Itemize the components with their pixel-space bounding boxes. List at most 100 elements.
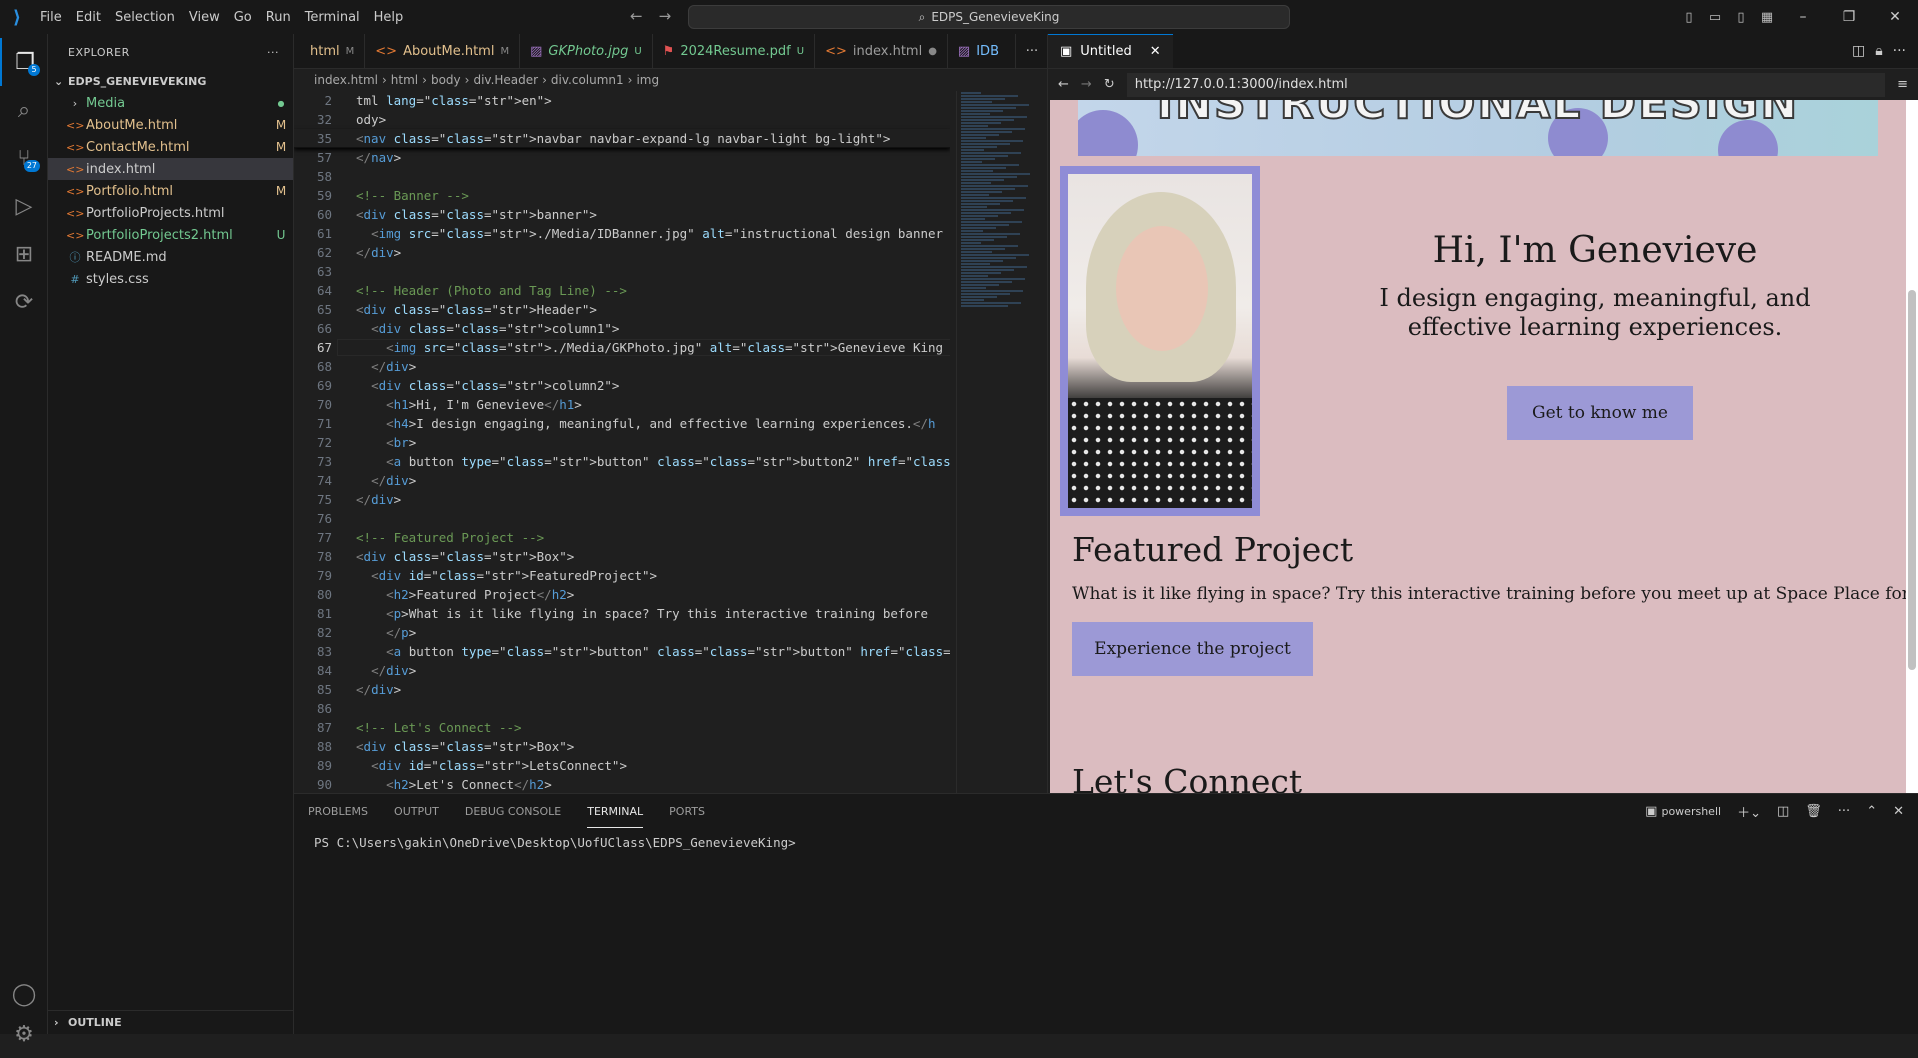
get-to-know-me-button[interactable]: Get to know me bbox=[1507, 386, 1693, 440]
explorer-icon[interactable]: ❐ 5 bbox=[0, 38, 48, 86]
search-view-icon[interactable]: ⌕ bbox=[0, 86, 48, 134]
editor-tab[interactable]: ▨ IDB bbox=[948, 34, 1016, 68]
panel-tab-problems[interactable]: PROBLEMS bbox=[308, 805, 368, 818]
breadcrumb-item[interactable]: html bbox=[391, 73, 418, 87]
customize-layout-icon[interactable]: ▦ bbox=[1754, 10, 1780, 25]
workspace-folder[interactable]: ⌄ EDPS_GENEVIEVEKING bbox=[48, 70, 293, 92]
experience-project-button[interactable]: Experience the project bbox=[1072, 622, 1313, 676]
close-panel-icon[interactable]: ✕ bbox=[1893, 804, 1904, 819]
code-line[interactable]: 78 <div class="class="str">Box"> bbox=[294, 547, 950, 566]
code-line[interactable]: 66 <div class="class="str">column1"> bbox=[294, 319, 950, 338]
code-line[interactable]: 80 <h2>Featured Project</h2> bbox=[294, 585, 950, 604]
settings-gear-icon[interactable]: ⚙ bbox=[0, 1010, 48, 1058]
code-line[interactable]: 67 <img src="class="str">./Media/GKPhoto… bbox=[294, 338, 950, 357]
code-line[interactable]: 88 <div class="class="str">Box"> bbox=[294, 737, 950, 756]
toggle-panel-icon[interactable]: ▭ bbox=[1702, 10, 1728, 25]
code-line[interactable]: 89 <div id="class="str">LetsConnect"> bbox=[294, 756, 950, 775]
code-line[interactable]: 61 <img src="class="str">./Media/IDBanne… bbox=[294, 224, 950, 243]
reload-icon[interactable]: ↻ bbox=[1104, 77, 1115, 92]
menu-go[interactable]: Go bbox=[228, 10, 258, 25]
editor-tab[interactable]: <> index.html ● bbox=[815, 34, 948, 68]
preview-tab[interactable]: ▣ Untitled ✕ bbox=[1048, 34, 1173, 68]
code-line[interactable]: 70 <h1>Hi, I'm Genevieve</h1> bbox=[294, 395, 950, 414]
code-line[interactable]: 90 <h2>Let's Connect</h2> bbox=[294, 775, 950, 793]
code-line[interactable]: 85 </div> bbox=[294, 680, 950, 699]
more-actions-icon[interactable]: ··· bbox=[1017, 34, 1047, 68]
code-line[interactable]: 35 <nav class="class="str">navbar navbar-… bbox=[294, 129, 950, 148]
code-line[interactable]: 71 <h4>I design engaging, meaningful, an… bbox=[294, 414, 950, 433]
forward-arrow-icon[interactable]: → bbox=[659, 7, 672, 25]
close-tab-icon[interactable]: ✕ bbox=[1150, 44, 1161, 59]
menu-run[interactable]: Run bbox=[260, 10, 297, 25]
code-line[interactable]: 65 <div class="class="str">Header"> bbox=[294, 300, 950, 319]
breadcrumb-item[interactable]: div.column1 bbox=[551, 73, 624, 87]
lock-group-icon[interactable]: 🔒︎ bbox=[1875, 43, 1882, 59]
command-center[interactable]: ⌕ EDPS_GenevieveKing bbox=[688, 5, 1290, 29]
file-item[interactable]: <> index.html bbox=[48, 158, 293, 180]
back-arrow-icon[interactable]: ← bbox=[630, 7, 643, 25]
code-line[interactable]: 77 <!-- Featured Project --> bbox=[294, 528, 950, 547]
code-line[interactable]: 81 <p>What is it like flying in space? T… bbox=[294, 604, 950, 623]
folder-item[interactable]: › Media ● bbox=[48, 92, 293, 114]
file-item[interactable]: <> Portfolio.html M bbox=[48, 180, 293, 202]
menu-edit[interactable]: Edit bbox=[70, 10, 107, 25]
more-actions-icon[interactable]: ··· bbox=[1893, 43, 1906, 59]
code-line[interactable]: 64 <!-- Header (Photo and Tag Line) --> bbox=[294, 281, 950, 300]
code-line[interactable]: 69 <div class="class="str">column2"> bbox=[294, 376, 950, 395]
split-terminal-icon[interactable]: ◫ bbox=[1777, 804, 1789, 819]
source-control-icon[interactable]: ⑂ 27 bbox=[0, 134, 48, 182]
menu-view[interactable]: View bbox=[183, 10, 226, 25]
code-line[interactable]: 74 </div> bbox=[294, 471, 950, 490]
remote-explorer-icon[interactable]: ⟳ bbox=[0, 278, 48, 326]
page-scrollbar[interactable] bbox=[1906, 100, 1918, 793]
trash-icon[interactable]: 🗑︎ bbox=[1805, 804, 1822, 819]
editor-tab[interactable]: ▨ GKPhoto.jpg U bbox=[520, 34, 653, 68]
code-line[interactable]: 60 <div class="class="str">banner"> bbox=[294, 205, 950, 224]
close-window-icon[interactable]: ✕ bbox=[1872, 9, 1918, 25]
file-item[interactable]: <> PortfolioProjects2.html U bbox=[48, 224, 293, 246]
panel-tab-debug-console[interactable]: DEBUG CONSOLE bbox=[465, 805, 561, 818]
menu-terminal[interactable]: Terminal bbox=[299, 10, 366, 25]
code-line[interactable]: 75 </div> bbox=[294, 490, 950, 509]
minimap[interactable] bbox=[956, 91, 1036, 793]
shell-label[interactable]: powershell bbox=[1661, 805, 1721, 818]
more-actions-icon[interactable]: ··· bbox=[1838, 804, 1850, 819]
code-line[interactable]: 86 bbox=[294, 699, 950, 718]
panel-tab-ports[interactable]: PORTS bbox=[669, 805, 705, 818]
code-line[interactable]: 72 <br> bbox=[294, 433, 950, 452]
breadcrumb-item[interactable]: div.Header bbox=[473, 73, 538, 87]
minimize-icon[interactable]: – bbox=[1780, 9, 1826, 25]
extensions-icon[interactable]: ⊞ bbox=[0, 230, 48, 278]
editor-tab[interactable]: ⚑ 2024Resume.pdf U bbox=[653, 34, 816, 68]
breadcrumb-item[interactable]: img bbox=[636, 73, 659, 87]
breadcrumb-item[interactable]: body bbox=[431, 73, 461, 87]
editor-tab[interactable]: <> AboutMe.html M bbox=[365, 34, 521, 68]
run-debug-icon[interactable]: ▷ bbox=[0, 182, 48, 230]
file-item[interactable]: <> AboutMe.html M bbox=[48, 114, 293, 136]
code-line[interactable]: 2 tml lang="class="str">en"> bbox=[294, 91, 950, 110]
maximize-panel-icon[interactable]: ⌃ bbox=[1866, 804, 1877, 819]
code-line[interactable]: 79 <div id="class="str">FeaturedProject"… bbox=[294, 566, 950, 585]
code-line[interactable]: 57 </nav> bbox=[294, 148, 950, 167]
code-line[interactable]: 59 <!-- Banner --> bbox=[294, 186, 950, 205]
forward-icon[interactable]: → bbox=[1081, 77, 1092, 92]
menu-help[interactable]: Help bbox=[368, 10, 410, 25]
code-area[interactable]: 2 tml lang="class="str">en"> 32 ody> 35 <nav … bbox=[294, 91, 950, 793]
code-line[interactable]: 82 </p> bbox=[294, 623, 950, 642]
code-line[interactable]: 58 bbox=[294, 167, 950, 186]
terminal-prompt[interactable]: PS C:\Users\gakin\OneDrive\Desktop\UofUC… bbox=[294, 829, 1918, 856]
file-item[interactable]: ⓘ README.md bbox=[48, 246, 293, 268]
code-line[interactable]: 68 </div> bbox=[294, 357, 950, 376]
file-item[interactable]: <> PortfolioProjects.html bbox=[48, 202, 293, 224]
back-icon[interactable]: ← bbox=[1058, 77, 1069, 92]
more-actions-icon[interactable]: ··· bbox=[267, 46, 279, 59]
code-line[interactable]: 87 <!-- Let's Connect --> bbox=[294, 718, 950, 737]
restore-icon[interactable]: ❐ bbox=[1826, 9, 1872, 25]
split-editor-icon[interactable]: ◫ bbox=[1852, 43, 1865, 59]
code-line[interactable]: 84 </div> bbox=[294, 661, 950, 680]
breadcrumb-item[interactable]: index.html bbox=[314, 73, 378, 87]
code-line[interactable]: 32 ody> bbox=[294, 110, 950, 129]
file-item[interactable]: <> ContactMe.html M bbox=[48, 136, 293, 158]
toggle-primary-sidebar-icon[interactable]: ▯ bbox=[1676, 10, 1702, 25]
panel-tab-terminal[interactable]: TERMINAL bbox=[587, 796, 644, 828]
